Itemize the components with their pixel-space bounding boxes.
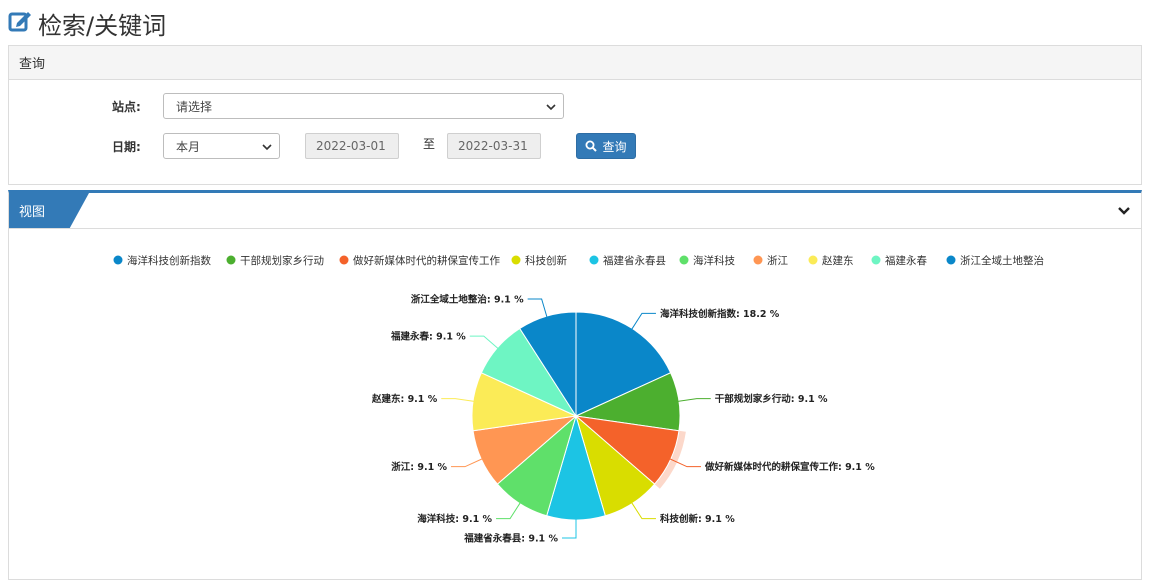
pie-data-label: 赵建东: 9.1 % [371, 393, 438, 405]
legend-marker[interactable] [679, 255, 689, 265]
pie-chart: 海洋科技创新指数 干部规划家乡行动 做好新媒体时代的耕保宣传工作 科技创新 福建省永春县… [113, 254, 1044, 545]
pie-data-label: 福建永春: 9.1 % [390, 331, 466, 343]
label-connector [469, 335, 500, 350]
legend-item[interactable]: 浙江全域土地整治 [960, 254, 1044, 267]
legend-marker[interactable] [511, 255, 521, 265]
pie-slices [471, 311, 686, 521]
label-connector [630, 501, 656, 520]
label-connector [496, 501, 522, 520]
legend-marker[interactable] [946, 255, 956, 265]
label-connector [441, 398, 476, 402]
legend-item[interactable]: 做好新媒体时代的耕保宣传工作 [353, 254, 500, 267]
legend-item[interactable]: 福建省永春县 [603, 254, 666, 267]
legend-item[interactable]: 海洋科技 [693, 254, 735, 267]
pie-data-label: 浙江全域土地整治: 9.1 % [411, 293, 524, 305]
legend-marker[interactable] [589, 255, 599, 265]
legend-item[interactable]: 福建永春 [885, 254, 927, 267]
pie-data-label: 做好新媒体时代的耕保宣传工作: 9.1 % [704, 461, 875, 473]
label-connector [527, 298, 548, 319]
legend-marker[interactable] [226, 255, 236, 265]
label-connector [630, 312, 656, 331]
label-connector [562, 518, 577, 539]
legend-marker[interactable] [753, 255, 763, 265]
legend-marker[interactable] [339, 255, 349, 265]
label-connector [676, 398, 711, 402]
legend-item[interactable]: 海洋科技创新指数 [127, 254, 211, 267]
pie-data-label: 干部规划家乡行动: 9.1 % [715, 393, 828, 405]
pie-data-label: 科技创新: 9.1 % [660, 513, 735, 525]
legend-marker[interactable] [808, 255, 818, 265]
legend-marker[interactable] [113, 255, 123, 265]
pie-data-label: 浙江: 9.1 % [391, 461, 447, 473]
label-connector [451, 457, 484, 468]
legend-item[interactable]: 科技创新 [525, 254, 567, 267]
legend-item[interactable]: 赵建东 [822, 254, 854, 267]
chart-legend: 海洋科技创新指数 干部规划家乡行动 做好新媒体时代的耕保宣传工作 科技创新 福建省永春县… [113, 254, 1044, 267]
pie-data-label: 海洋科技创新指数: 18.2 % [660, 308, 780, 320]
legend-marker[interactable] [871, 255, 881, 265]
legend-item[interactable]: 浙江 [767, 255, 788, 267]
pie-data-label: 福建省永春县: 9.1 % [463, 533, 558, 545]
pie-data-label: 海洋科技: 9.1 % [417, 513, 492, 525]
legend-item[interactable]: 干部规划家乡行动 [240, 254, 324, 267]
